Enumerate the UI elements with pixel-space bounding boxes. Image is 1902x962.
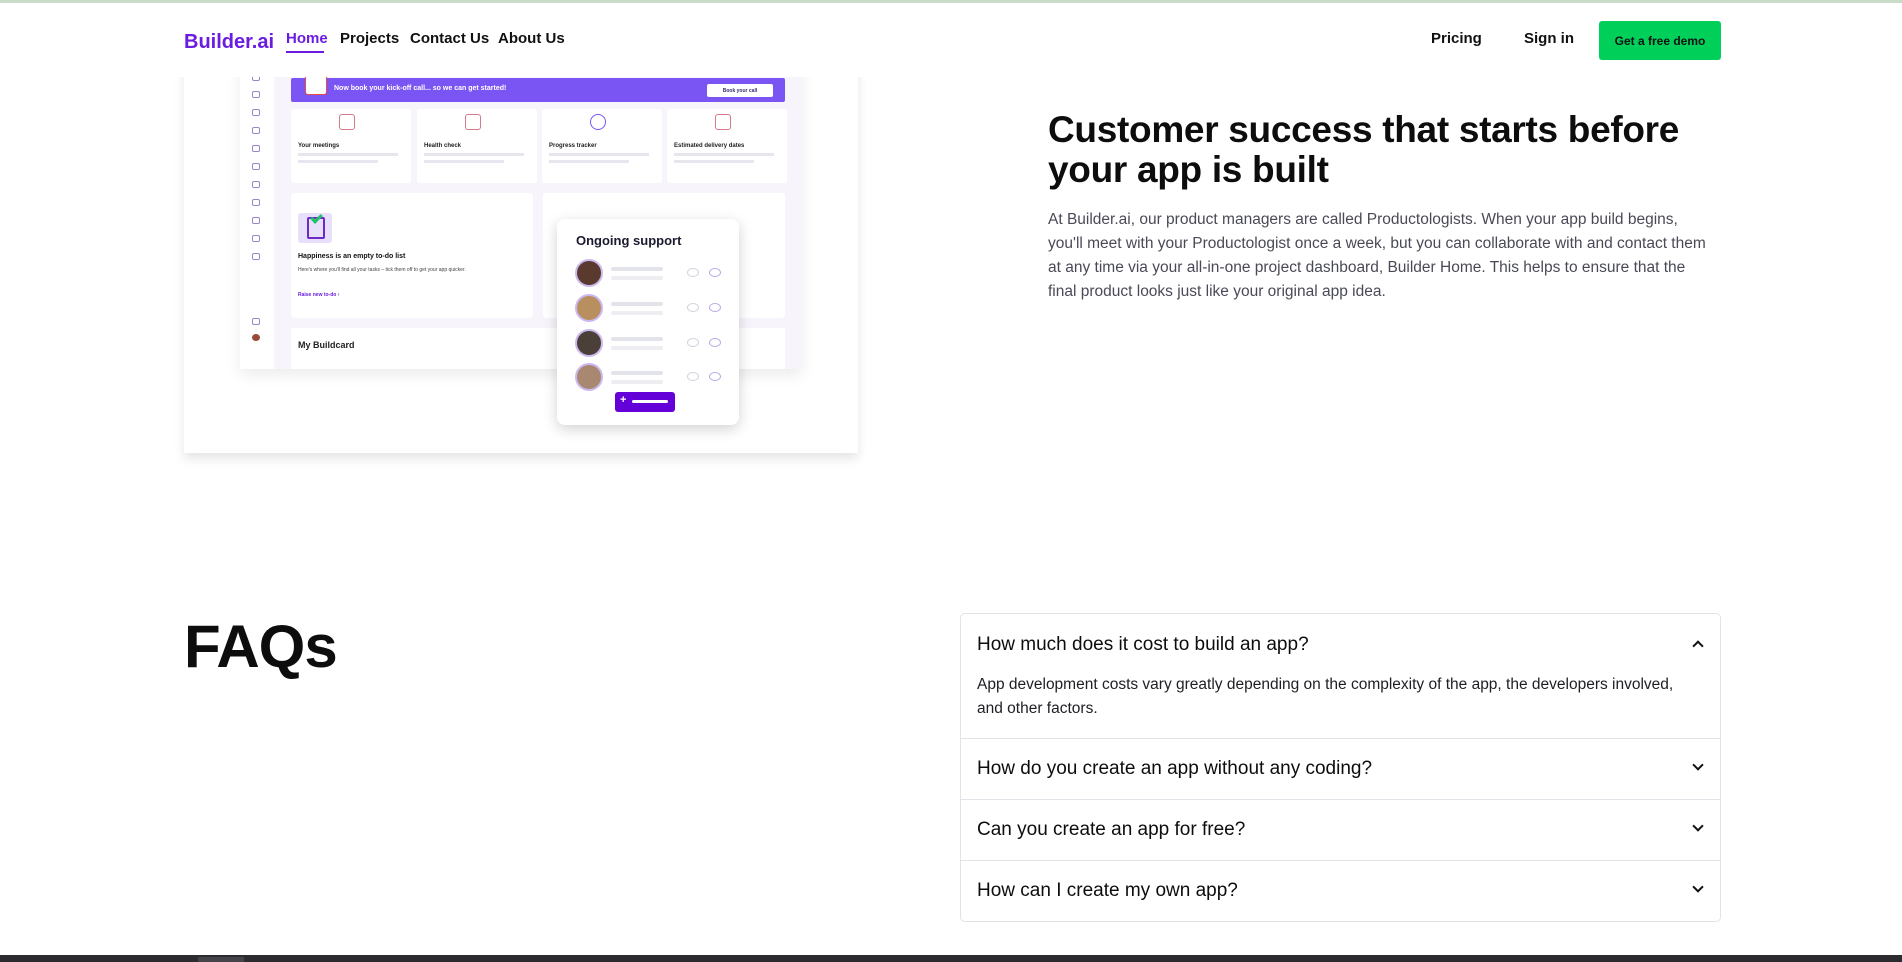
video-icon xyxy=(709,303,721,312)
phone-icon xyxy=(687,303,699,312)
support-title: Ongoing support xyxy=(576,233,682,248)
raise-todo-link: Raise new to-do › xyxy=(298,292,340,298)
todo-description: Here's where you'll find all your tasks … xyxy=(298,267,466,273)
chat-icon xyxy=(252,163,260,170)
section-body: At Builder.ai, our product managers are … xyxy=(1048,211,1706,300)
support-row xyxy=(575,363,725,393)
phone-icon xyxy=(687,372,699,381)
phone-icon xyxy=(687,268,699,277)
progress-ring-icon xyxy=(590,114,606,130)
faq-answer: App development costs vary greatly depen… xyxy=(977,676,1674,717)
faq-heading: FAQs xyxy=(184,613,338,680)
todo-title: Happiness is an empty to-do list xyxy=(298,253,406,260)
active-nav-underline xyxy=(286,51,324,53)
file-icon xyxy=(252,253,260,260)
buildcard-title: My Buildcard xyxy=(298,340,355,350)
add-support-button xyxy=(615,392,675,412)
video-icon xyxy=(709,338,721,347)
support-row xyxy=(575,294,725,324)
avatar xyxy=(575,294,603,322)
nav-link-about-us[interactable]: About Us xyxy=(498,30,565,47)
video-icon xyxy=(709,372,721,381)
book-call-button: Book your call xyxy=(707,84,773,97)
faq-item[interactable]: Can you create an app for free? xyxy=(961,800,1720,861)
tile-title: Estimated delivery dates xyxy=(674,143,745,149)
kickoff-banner: Now book your kick-off call... so we can… xyxy=(291,75,785,102)
chevron-down-icon[interactable] xyxy=(1692,820,1704,832)
grid-icon xyxy=(252,91,260,98)
calendar-icon xyxy=(305,75,327,95)
faq-item[interactable]: How do you create an app without any cod… xyxy=(961,739,1720,800)
check-icon xyxy=(252,109,260,116)
dashboard-sidebar xyxy=(240,64,274,369)
document-icon xyxy=(252,235,260,242)
phone-icon xyxy=(687,338,699,347)
chevron-up-icon[interactable] xyxy=(1692,640,1704,652)
faq-question[interactable]: How much does it cost to build an app? xyxy=(977,634,1309,656)
ongoing-support-card: Ongoing support xyxy=(557,219,739,425)
calendar-icon xyxy=(339,114,355,130)
calendar-clock-icon xyxy=(715,114,731,130)
calendar-icon xyxy=(252,181,260,188)
link-icon xyxy=(252,217,260,224)
faq-question[interactable]: Can you create an app for free? xyxy=(977,819,1245,841)
nav-link-contact-us[interactable]: Contact Us xyxy=(410,30,489,47)
faq-question[interactable]: How can I create my own app? xyxy=(977,880,1238,902)
tile-progress-tracker: Progress tracker xyxy=(542,109,662,183)
video-icon xyxy=(709,268,721,277)
faq-question[interactable]: How do you create an app without any cod… xyxy=(977,758,1372,780)
avatar xyxy=(575,363,603,391)
chevron-down-icon[interactable] xyxy=(1692,881,1704,893)
tile-estimated-delivery: Estimated delivery dates xyxy=(667,109,787,183)
faq-item[interactable]: How can I create my own app? xyxy=(961,861,1720,921)
todo-card: Happiness is an empty to-do list Here's … xyxy=(291,193,533,318)
star-icon xyxy=(252,127,260,134)
user-avatar-icon xyxy=(252,334,260,341)
nav-link-projects[interactable]: Projects xyxy=(340,30,399,47)
bar-chart-icon xyxy=(465,114,481,130)
tile-title: Your meetings xyxy=(298,143,340,149)
history-icon xyxy=(252,199,260,206)
tile-title: Progress tracker xyxy=(549,143,597,149)
avatar xyxy=(575,259,603,287)
builder-logo[interactable]: Builder.ai xyxy=(184,31,274,54)
top-navigation: Builder.ai Home Projects Contact Us Abou… xyxy=(0,3,1902,77)
get-free-demo-button[interactable]: Get a free demo xyxy=(1599,21,1721,60)
support-icon xyxy=(252,318,260,325)
tile-title: Health check xyxy=(424,143,462,149)
faq-item[interactable]: How much does it cost to build an app? A… xyxy=(961,614,1720,739)
support-row xyxy=(575,329,725,359)
taskbar-edge xyxy=(0,955,1902,962)
sign-in-link[interactable]: Sign in xyxy=(1524,30,1574,47)
section-title: Customer success that starts before your… xyxy=(1048,109,1680,190)
nav-link-pricing[interactable]: Pricing xyxy=(1431,30,1482,47)
tile-health-check: Health check xyxy=(417,109,537,183)
banner-text: Now book your kick-off call... so we can… xyxy=(334,85,507,92)
support-row xyxy=(575,259,725,289)
clock-icon xyxy=(252,145,260,152)
tile-your-meetings: Your meetings xyxy=(291,109,411,183)
chevron-down-icon[interactable] xyxy=(1692,759,1704,771)
nav-link-home[interactable]: Home xyxy=(286,30,328,47)
dashboard-mockup-image: Now book your kick-off call... so we can… xyxy=(184,60,858,453)
faq-accordion: How much does it cost to build an app? A… xyxy=(960,613,1721,922)
avatar xyxy=(575,329,603,357)
